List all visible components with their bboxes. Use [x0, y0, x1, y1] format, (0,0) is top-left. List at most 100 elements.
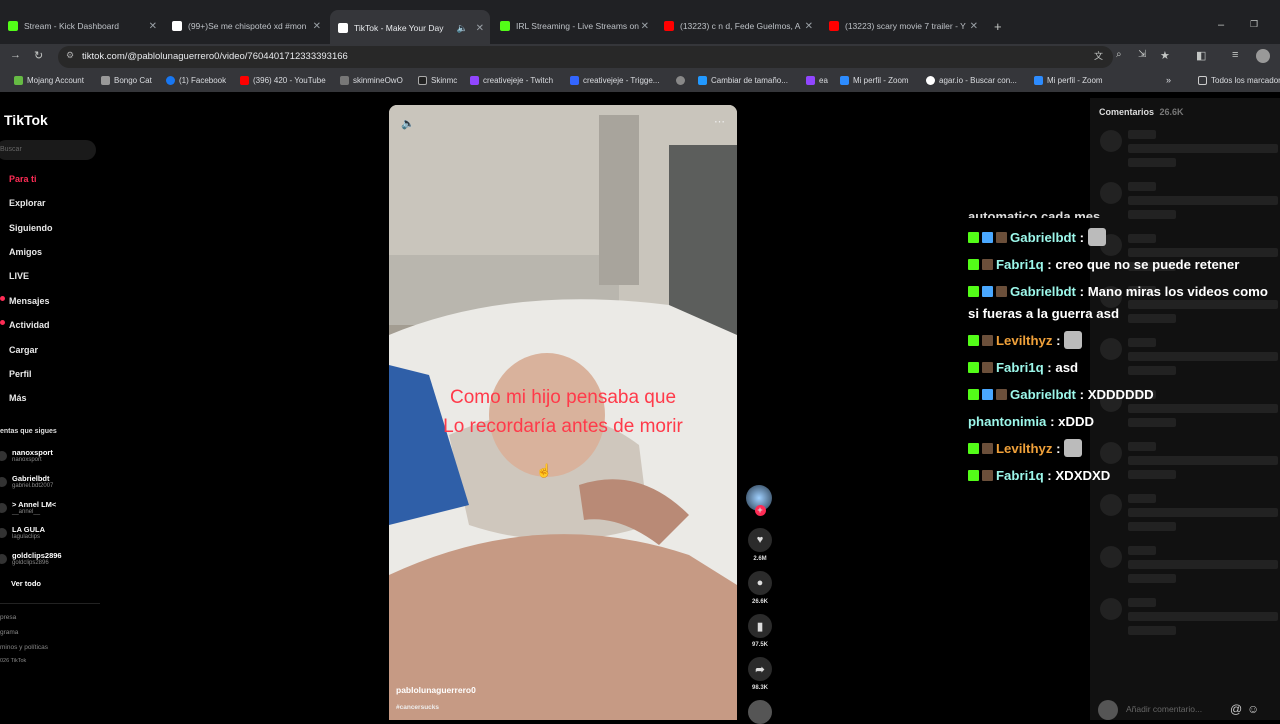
- avatar[interactable]: [0, 554, 7, 564]
- bookmark-item[interactable]: creativejeje - Twitch: [470, 76, 553, 85]
- media-icon[interactable]: ≡: [1232, 49, 1238, 61]
- account-user: __annel__: [12, 509, 41, 515]
- nav-more[interactable]: Más: [9, 393, 27, 403]
- bookmark-item[interactable]: creativejeje - Trigge...: [570, 76, 659, 85]
- followed-account[interactable]: nanoxsport nanoxsport: [12, 448, 53, 463]
- avatar[interactable]: [0, 528, 7, 538]
- zoom-icon[interactable]: ⌕: [1116, 49, 1122, 60]
- bookmark-label: Todos los marcadores: [1211, 76, 1280, 85]
- chat-badge-icon: [996, 389, 1007, 400]
- bookmark-item[interactable]: (396) 420 - YouTube: [240, 76, 326, 85]
- nav-live[interactable]: LIVE: [9, 271, 29, 281]
- chat-separator: :: [1043, 468, 1056, 483]
- nav-activity[interactable]: Actividad: [9, 320, 50, 330]
- tab-kick-irl[interactable]: IRL Streaming - Live Streams on ✕: [500, 16, 655, 36]
- followed-account[interactable]: Gabrielbdt gabriel.bdt2007: [12, 474, 53, 489]
- video-player[interactable]: 🔈 ⋯ Como mi hijo pensaba que Lo recordar…: [389, 105, 737, 720]
- close-icon[interactable]: ✕: [805, 21, 813, 32]
- close-icon[interactable]: ✕: [476, 23, 484, 34]
- site-info-icon[interactable]: ⚙: [66, 50, 74, 61]
- chat-username: Fabri1q: [996, 468, 1044, 483]
- close-icon[interactable]: ✕: [970, 21, 978, 32]
- bookmark-item[interactable]: [676, 76, 689, 85]
- nav-messages[interactable]: Mensajes: [9, 296, 50, 306]
- extensions-icon[interactable]: ◧: [1196, 49, 1206, 62]
- followed-account[interactable]: LA GULA lagulaclips: [12, 525, 45, 540]
- close-icon[interactable]: ✕: [149, 21, 157, 32]
- tab-tiktok-active[interactable]: TikTok - Make Your Day 🔈 ✕: [330, 10, 490, 46]
- avatar[interactable]: [0, 477, 7, 487]
- chat-separator: :: [1052, 441, 1065, 456]
- bookmark-item[interactable]: Mi perfil - Zoom: [840, 76, 909, 85]
- kick-icon: [500, 21, 510, 31]
- followed-account[interactable]: goldclips2896 goldclips2896: [12, 551, 62, 566]
- translate-icon[interactable]: 文: [1094, 49, 1103, 62]
- bookmark-label: (396) 420 - YouTube: [253, 76, 326, 85]
- share-button[interactable]: ➦ 98.3K: [746, 657, 774, 691]
- new-tab-icon[interactable]: +: [994, 19, 1002, 34]
- more-bookmarks-icon[interactable]: »: [1166, 75, 1171, 85]
- footer-link[interactable]: grama: [0, 629, 18, 636]
- bookmark-item[interactable]: Bongo Cat: [101, 76, 152, 85]
- video-hashtag[interactable]: #cancersucks: [396, 704, 439, 711]
- bookmark-item[interactable]: skinmineOwO: [340, 76, 403, 85]
- nav-for-you[interactable]: Para ti: [9, 174, 37, 184]
- divider: [0, 603, 100, 604]
- nav-friends[interactable]: Amigos: [9, 247, 42, 257]
- bookmarks-bar: Mojang Account Bongo Cat (1) Facebook (3…: [0, 70, 1280, 92]
- follow-plus-icon[interactable]: +: [754, 505, 766, 516]
- reload-icon[interactable]: ↻: [34, 49, 43, 62]
- minecraft-icon: [14, 76, 23, 85]
- install-icon[interactable]: ⇲: [1138, 49, 1146, 60]
- comment-input[interactable]: Añadir comentario...: [1126, 704, 1202, 714]
- tab-youtube-2[interactable]: (13223) scary movie 7 trailer - Y ✕: [829, 16, 984, 36]
- bookmark-item[interactable]: Mojang Account: [14, 76, 84, 85]
- nav-following[interactable]: Siguiendo: [9, 223, 53, 233]
- mention-icon[interactable]: @: [1230, 702, 1242, 716]
- close-icon[interactable]: ✕: [641, 21, 649, 32]
- all-bookmarks-button[interactable]: Todos los marcadores: [1198, 76, 1280, 85]
- chat-separator: :: [1046, 414, 1059, 429]
- speaker-icon[interactable]: 🔈: [457, 23, 468, 34]
- bookmark-item[interactable]: ea: [806, 76, 828, 85]
- followed-account[interactable]: > Annel LM< __annel__: [12, 500, 56, 515]
- author-avatar[interactable]: +: [746, 485, 774, 516]
- footer-link[interactable]: minos y políticas: [0, 644, 48, 651]
- see-all-link[interactable]: Ver todo: [11, 579, 41, 588]
- avatar[interactable]: [1256, 49, 1270, 63]
- video-author[interactable]: pablolunaguerrero0: [396, 685, 476, 695]
- save-button[interactable]: ▮ 97.5K: [746, 614, 774, 648]
- tab-tiktok-1[interactable]: (99+)Se me chispoteó xd #mon ✕: [172, 16, 327, 36]
- star-icon[interactable]: ★: [1160, 49, 1170, 62]
- footer-link[interactable]: presa: [0, 614, 16, 621]
- bookmark-item[interactable]: Mi perfil - Zoom: [1034, 76, 1103, 85]
- url-field[interactable]: ⚙ tiktok.com/@pablolunaguerrero0/video/7…: [58, 46, 1113, 68]
- bookmark-item[interactable]: Skinmc: [418, 76, 457, 85]
- chat-separator: :: [1043, 257, 1056, 272]
- youtube-icon: [240, 76, 249, 85]
- nav-explore[interactable]: Explorar: [9, 198, 46, 208]
- avatar[interactable]: [0, 451, 7, 461]
- minimize-icon[interactable]: –: [1218, 19, 1224, 31]
- tab-youtube-1[interactable]: (13223) c n d, Fede Guelmos, A ✕: [664, 16, 819, 36]
- avatar[interactable]: [0, 503, 7, 513]
- skeleton-line: [1128, 522, 1176, 531]
- bookmark-item[interactable]: (1) Facebook: [166, 76, 226, 85]
- bookmark-item[interactable]: Cambiar de tamaño...: [698, 76, 788, 85]
- mute-icon[interactable]: 🔈: [401, 117, 415, 130]
- music-disc[interactable]: [746, 700, 774, 724]
- maximize-icon[interactable]: ❐: [1250, 19, 1258, 30]
- forward-icon[interactable]: →: [10, 49, 21, 61]
- nav-upload[interactable]: Cargar: [9, 345, 38, 355]
- copyright: 026 TikTok: [0, 658, 27, 664]
- comment-button[interactable]: ● 26.6K: [746, 571, 774, 605]
- like-button[interactable]: ♥ 2.6M: [746, 528, 774, 562]
- close-icon[interactable]: ✕: [313, 21, 321, 32]
- emoji-icon[interactable]: ☺: [1247, 702, 1259, 716]
- tiktok-logo[interactable]: TikTok: [4, 112, 48, 128]
- bookmark-item[interactable]: agar.io - Buscar con...: [926, 76, 1017, 85]
- tab-kick-dashboard[interactable]: Stream - Kick Dashboard ✕: [8, 16, 163, 36]
- nav-profile[interactable]: Perfil: [9, 369, 32, 379]
- search-input[interactable]: Buscar: [0, 140, 96, 160]
- more-options-icon[interactable]: ⋯: [714, 115, 725, 128]
